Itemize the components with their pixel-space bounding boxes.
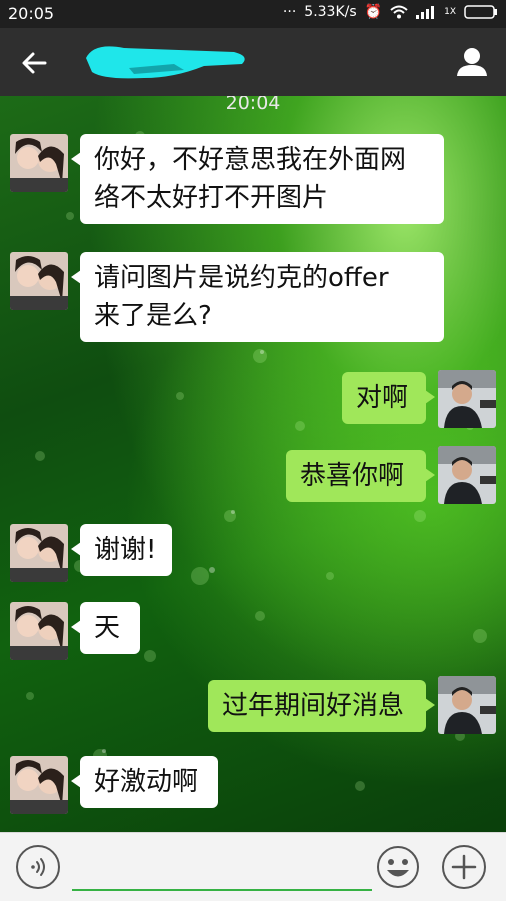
message-text: 对啊	[356, 383, 409, 413]
message-text: 来了是么?	[94, 301, 212, 331]
message-text: 过年期间好消息	[222, 691, 405, 721]
message-input[interactable]	[72, 853, 372, 891]
incoming-message-bubble[interactable]: 谢谢!	[71, 524, 172, 576]
avatar-photo	[10, 252, 68, 310]
status-bar: 20:05 ··· 5.33K/s ⏰ 1X	[0, 0, 506, 28]
outgoing-message-bubble[interactable]: 过年期间好消息	[208, 680, 435, 732]
my-avatar[interactable]	[438, 446, 496, 504]
signal-icon	[416, 6, 435, 19]
status-time: 20:05	[8, 4, 55, 23]
incoming-message-bubble[interactable]: 天	[71, 602, 140, 654]
message-text: 恭喜你啊	[300, 461, 405, 491]
wifi-icon	[390, 5, 408, 19]
voice-icon	[31, 858, 45, 876]
message-text: 络不太好打不开图片	[94, 183, 329, 213]
back-arrow-icon	[22, 52, 47, 74]
message-text: 好激动啊	[94, 767, 199, 797]
chat-header	[0, 28, 506, 96]
more-options-button[interactable]	[442, 845, 486, 889]
avatar-photo	[438, 370, 496, 428]
back-button[interactable]	[18, 48, 50, 78]
outgoing-message-bubble[interactable]: 对啊	[342, 372, 435, 424]
contact-profile-button[interactable]	[454, 44, 490, 80]
sender-avatar[interactable]	[10, 252, 68, 310]
person-icon	[457, 48, 487, 76]
message-text: 你好，不好意思我在外面网	[94, 145, 407, 175]
avatar-photo	[10, 134, 68, 192]
avatar-photo	[10, 524, 68, 582]
voice-input-button[interactable]	[16, 845, 60, 889]
incoming-message-bubble[interactable]: 你好，不好意思我在外面网 络不太好打不开图片	[71, 134, 444, 224]
redacted-contact-name	[86, 46, 245, 79]
sender-avatar[interactable]	[10, 134, 68, 192]
incoming-message-bubble[interactable]: 请问图片是说约克的offer 来了是么?	[71, 252, 444, 342]
message-timestamp: 20:04	[225, 96, 281, 114]
message-text: 天	[94, 613, 121, 643]
avatar-photo	[10, 602, 68, 660]
sender-avatar[interactable]	[10, 524, 68, 582]
incoming-message-bubble[interactable]: 好激动啊	[71, 756, 218, 808]
battery-icon	[464, 5, 497, 19]
sender-avatar[interactable]	[10, 602, 68, 660]
network-speed: 5.33K/s	[304, 4, 357, 20]
smiley-icon	[377, 846, 419, 888]
avatar-photo	[10, 756, 68, 814]
alarm-icon: ⏰	[364, 4, 383, 20]
my-avatar[interactable]	[438, 370, 496, 428]
avatar-photo	[438, 446, 496, 504]
more-dots-icon: ···	[282, 4, 297, 20]
avatar-photo	[438, 676, 496, 734]
sender-avatar[interactable]	[10, 756, 68, 814]
message-input-bar	[0, 832, 506, 901]
chat-area[interactable]: 20:04 你好，不好意思我在外面网 络不太好打不开图片 请问图片是说约克的of…	[0, 96, 506, 832]
signal-type-label: 1X	[444, 7, 456, 17]
message-text: 谢谢!	[94, 535, 157, 565]
message-text: 请问图片是说约克的offer	[94, 263, 389, 293]
outgoing-message-bubble[interactable]: 恭喜你啊	[286, 450, 435, 502]
my-avatar[interactable]	[438, 676, 496, 734]
plus-icon	[451, 854, 477, 880]
emoji-button[interactable]	[376, 845, 420, 889]
